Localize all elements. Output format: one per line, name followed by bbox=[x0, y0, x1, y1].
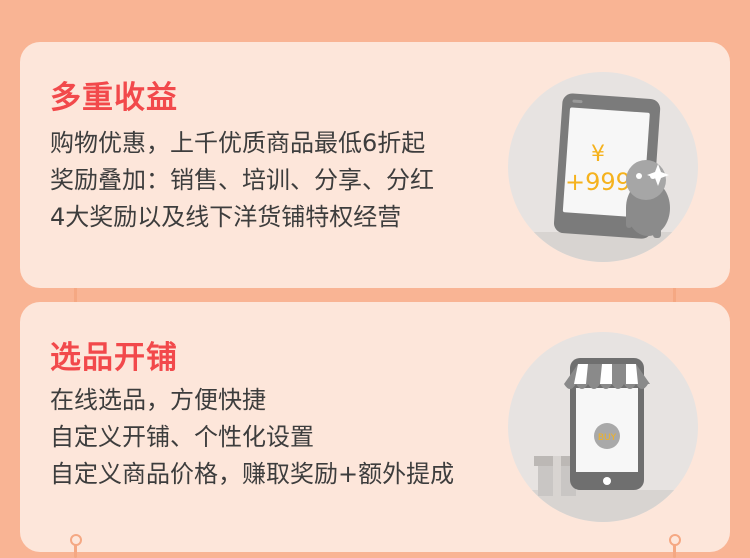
benefit-lines: 购物优惠，上千优质商品最低6折起 奖励叠加：销售、培训、分享、分红 4大奖励以及… bbox=[50, 125, 434, 236]
reward-amount: +999 bbox=[565, 168, 631, 196]
section-title: 选品开铺 bbox=[50, 340, 178, 376]
phone-store-illustration: BUY bbox=[508, 332, 698, 522]
feature-lines: 在线选品，方便快捷 自定义开铺、个性化设置 自定义商品价格，赚取奖励+额外提成 bbox=[50, 382, 454, 493]
buy-badge: BUY bbox=[598, 433, 617, 443]
currency-symbol: ¥ bbox=[591, 142, 605, 167]
benefit-line: 4大奖励以及线下洋货铺特权经营 bbox=[50, 203, 402, 231]
shop-awning-icon bbox=[564, 364, 650, 389]
benefit-line: 奖励叠加：销售、培训、分享、分红 bbox=[50, 166, 434, 194]
section-title: 多重收益 bbox=[50, 80, 178, 116]
feature-line: 自定义商品价格，赚取奖励+额外提成 bbox=[50, 460, 455, 488]
benefit-line: 购物优惠，上千优质商品最低6折起 bbox=[50, 129, 426, 157]
connector-ring bbox=[70, 534, 82, 546]
benefits-card: 多重收益 购物优惠，上千优质商品最低6折起 奖励叠加：销售、培训、分享、分红 4… bbox=[20, 42, 730, 288]
phone-reward-illustration: ¥ +999 bbox=[508, 72, 698, 262]
store-card: 选品开铺 在线选品，方便快捷 自定义开铺、个性化设置 自定义商品价格，赚取奖励+… bbox=[20, 302, 730, 552]
feature-line: 自定义开铺、个性化设置 bbox=[50, 423, 314, 451]
connector-ring bbox=[669, 534, 681, 546]
feature-line: 在线选品，方便快捷 bbox=[50, 386, 266, 414]
mascot-icon bbox=[626, 160, 670, 238]
